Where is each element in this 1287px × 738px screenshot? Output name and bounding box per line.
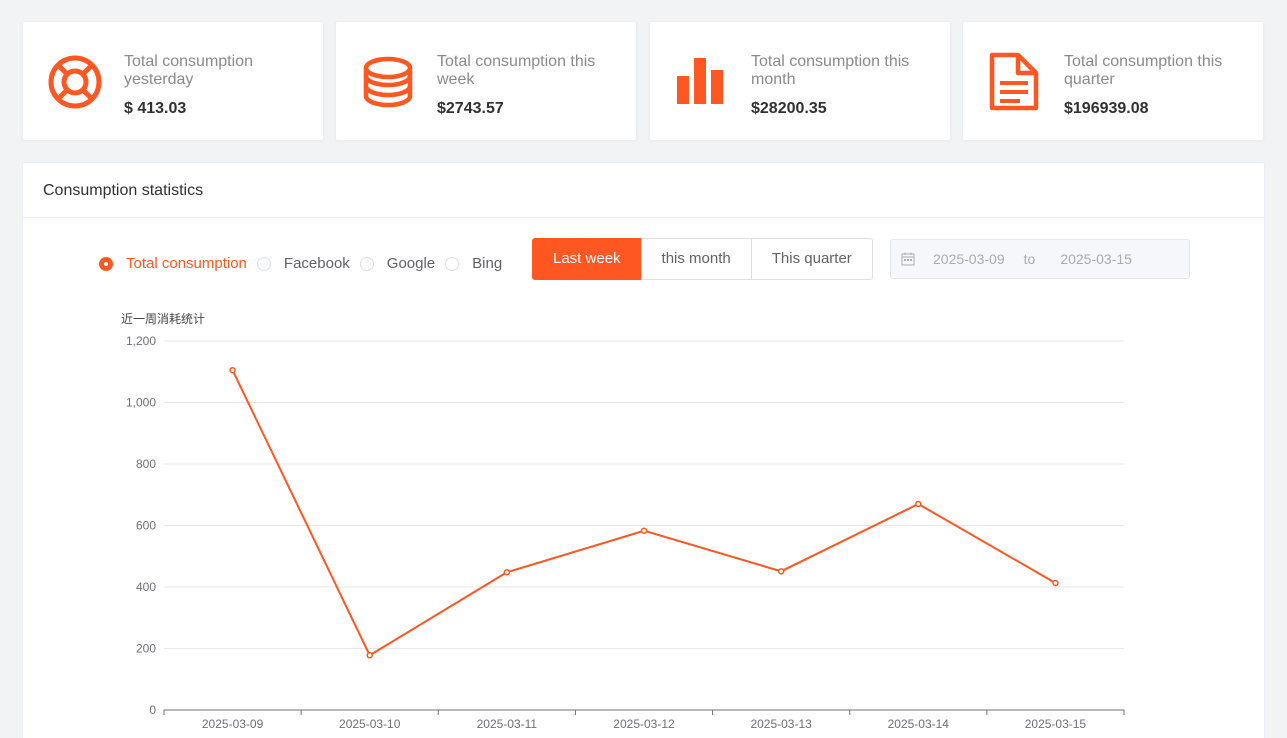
radio-total-consumption[interactable]: Total consumption (99, 255, 247, 272)
this-quarter-button[interactable]: This quarter (750, 238, 873, 280)
card-quarter: Total consumption this quarter $196939.0… (962, 21, 1264, 141)
card-value: $ 413.03 (124, 100, 187, 117)
data-point (1052, 579, 1059, 587)
x-tick-label: 2025-03-09 (202, 717, 264, 731)
radio-dot (445, 256, 460, 271)
end-date-input[interactable]: 2025-03-15 (1060, 251, 1132, 267)
data-point (640, 527, 648, 534)
x-tick-label: 2025-03-15 (1025, 717, 1087, 731)
card-week: Total consumption this week $2743.57 (335, 21, 637, 141)
card-label: Total consumption yesterday (124, 53, 253, 88)
card-label: Total consumption this quarter (1064, 53, 1223, 88)
this-month-button[interactable]: this month (640, 238, 752, 280)
lifebuoy-icon (48, 55, 102, 109)
calendar-icon (901, 252, 915, 266)
x-tick-label: 2025-03-11 (477, 717, 538, 731)
radio-dot (256, 256, 271, 271)
last-week-button[interactable]: Last week (532, 238, 642, 280)
x-tick-label: 2025-03-12 (613, 717, 675, 731)
data-point (777, 568, 785, 575)
radio-facebook[interactable]: Facebook (256, 255, 350, 272)
radio-label: Facebook (283, 255, 350, 272)
date-range-picker[interactable]: 2025-03-09 to 2025-03-15 (890, 239, 1190, 279)
date-separator: to (1023, 251, 1036, 267)
bar-chart-icon (677, 58, 723, 104)
series-line (231, 369, 1056, 657)
document-icon (989, 52, 1039, 111)
card-month: Total consumption this month $28200.35 (649, 21, 951, 141)
data-point (915, 500, 922, 508)
radio-label: Bing (472, 255, 503, 272)
radio-dot (99, 256, 113, 271)
x-tick-label: 2025-03-13 (750, 717, 812, 731)
x-tick-label: 2025-03-10 (339, 717, 401, 731)
card-value: $28200.35 (751, 100, 827, 117)
panel-title: Consumption statistics (23, 163, 1264, 218)
data-point (366, 652, 373, 659)
radio-bing[interactable]: Bing (445, 255, 502, 272)
card-yesterday: Total consumption yesterday $ 413.03 (22, 21, 324, 141)
radio-label: Google (386, 255, 436, 272)
radio-google[interactable]: Google (359, 255, 436, 272)
consumption-statistics-panel: Consumption statistics Total consumption… (22, 162, 1265, 738)
y-tick-label: 800 (136, 457, 156, 471)
card-value: $2743.57 (437, 100, 504, 117)
chart-title: 近一周消耗统计 (121, 312, 205, 326)
x-tick-label: 2025-03-14 (888, 717, 950, 731)
data-point (229, 366, 236, 374)
chart-svg: 近一周消耗统计 0 200 400 600 800 1,000 1,200 2025-03-09… (121, 312, 1125, 731)
channel-radio-group: Total consumption Facebook Google Bing (99, 255, 512, 272)
y-tick-label: 600 (136, 519, 156, 533)
y-tick-label: 1,000 (126, 396, 156, 410)
card-label: Total consumption this week (437, 53, 596, 88)
y-tick-label: 1,200 (126, 334, 156, 348)
y-tick-label: 0 (149, 703, 156, 717)
period-button-group: Last week this month This quarter (532, 238, 873, 280)
radio-label: Total consumption (126, 255, 247, 272)
card-label: Total consumption this month (751, 53, 910, 88)
card-value: $196939.08 (1064, 100, 1149, 117)
y-tick-label: 400 (136, 580, 156, 594)
consumption-line-chart: 近一周消耗统计 0 200 400 600 800 1,000 1,200 2025-03-09… (23, 303, 1266, 738)
start-date-input[interactable]: 2025-03-09 (933, 251, 1005, 267)
data-point (503, 568, 511, 576)
coin-stack-icon (363, 56, 413, 108)
radio-dot (359, 256, 374, 271)
y-tick-label: 200 (136, 642, 156, 656)
